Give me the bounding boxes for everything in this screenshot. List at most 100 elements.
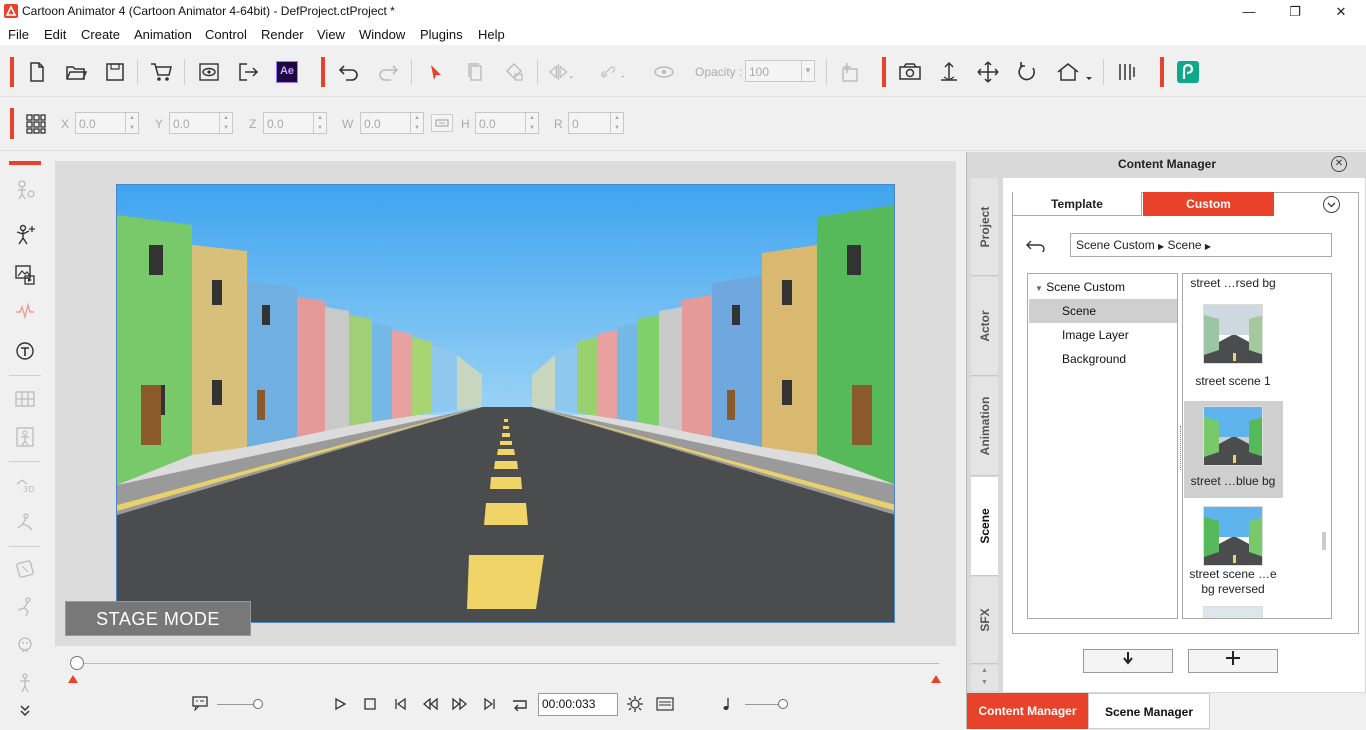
menu-animation[interactable]: Animation: [134, 27, 192, 42]
options-chevron-icon[interactable]: [1323, 196, 1340, 213]
r-input[interactable]: 0 ▲ ▼: [568, 112, 624, 134]
music-volume-handle[interactable]: [778, 699, 788, 709]
visibility-eye-icon[interactable]: [650, 58, 678, 86]
grid-icon[interactable]: [22, 110, 50, 138]
duplicate-icon[interactable]: [461, 58, 489, 86]
menu-window[interactable]: Window: [359, 27, 405, 42]
bone-editor-icon[interactable]: [11, 423, 39, 451]
menu-file[interactable]: File: [8, 27, 29, 42]
minimize-button[interactable]: —: [1226, 0, 1272, 23]
face-puppet-icon[interactable]: [11, 631, 39, 659]
puppet-icon[interactable]: [11, 221, 39, 249]
h-input[interactable]: 0.0 ▲ ▼: [475, 112, 539, 134]
volume-slider-handle[interactable]: [253, 699, 263, 709]
paint-bucket-icon[interactable]: [500, 58, 528, 86]
store-cart-icon[interactable]: [147, 58, 175, 86]
side-tab-animation[interactable]: Animation: [971, 377, 998, 476]
menu-create[interactable]: Create: [81, 27, 120, 42]
item-thumbnail[interactable]: [1203, 304, 1263, 364]
tree-root-scene-custom[interactable]: ▼ Scene Custom: [1029, 275, 1177, 299]
plugin-logo-icon[interactable]: [1174, 58, 1202, 86]
timeline-playhead[interactable]: [70, 656, 84, 670]
link-icon[interactable]: [598, 58, 626, 86]
tab-content-manager[interactable]: Content Manager: [967, 693, 1088, 729]
side-tab-actor[interactable]: Actor: [971, 277, 998, 376]
export-icon[interactable]: [234, 58, 262, 86]
close-panel-icon[interactable]: ✕: [1331, 156, 1347, 172]
preview-eye-icon[interactable]: [195, 58, 223, 86]
loop-icon[interactable]: [508, 692, 532, 716]
item-thumbnail[interactable]: [1203, 506, 1263, 566]
new-file-icon[interactable]: [23, 58, 51, 86]
tab-template[interactable]: Template: [1013, 192, 1142, 216]
add-button[interactable]: [1188, 649, 1278, 673]
side-tab-project[interactable]: Project: [971, 178, 998, 276]
range-end-marker[interactable]: [931, 675, 941, 683]
scene-composer-icon[interactable]: [11, 261, 39, 289]
x-input[interactable]: 0.0 ▲ ▼: [75, 112, 139, 134]
next-frame-icon[interactable]: [448, 692, 472, 716]
select-arrow-icon[interactable]: [422, 58, 450, 86]
menu-render[interactable]: Render: [261, 27, 304, 42]
stop-icon[interactable]: [358, 692, 382, 716]
breadcrumb-item-scene-custom[interactable]: Scene Custom: [1076, 238, 1155, 252]
opacity-dropdown-icon[interactable]: ▼: [801, 61, 814, 81]
motion-icon[interactable]: [11, 509, 39, 537]
flip-icon[interactable]: [547, 58, 575, 86]
alignment-icon[interactable]: [1113, 58, 1141, 86]
audio-wave-icon[interactable]: [11, 298, 39, 326]
save-icon[interactable]: [101, 58, 129, 86]
timeline-track[interactable]: [72, 663, 939, 664]
character-composer-icon[interactable]: [11, 176, 39, 204]
timeline-list-icon[interactable]: [653, 692, 677, 716]
camera-pan-up-icon[interactable]: [935, 58, 963, 86]
after-effects-icon[interactable]: Ae: [273, 58, 301, 86]
item-thumbnail[interactable]: [1203, 606, 1263, 618]
walk-icon[interactable]: [11, 669, 39, 697]
scrollbar-thumb[interactable]: [1322, 532, 1326, 550]
z-stepper[interactable]: ▲ ▼: [313, 113, 326, 133]
breadcrumb-item-scene[interactable]: Scene: [1168, 238, 1202, 252]
settings-sun-icon[interactable]: [623, 692, 647, 716]
subtitle-icon[interactable]: [188, 691, 212, 715]
download-button[interactable]: [1083, 649, 1173, 673]
rotate-icon[interactable]: [1013, 58, 1041, 86]
x-stepper[interactable]: ▲ ▼: [125, 113, 138, 133]
lock-ratio-icon[interactable]: [431, 114, 453, 132]
side-tab-scene[interactable]: Scene: [971, 477, 998, 576]
y-input[interactable]: 0.0 ▲ ▼: [169, 112, 233, 134]
text-bubble-icon[interactable]: [11, 337, 39, 365]
side-tab-scroll[interactable]: ▲ ▼: [971, 665, 998, 691]
first-frame-icon[interactable]: [388, 692, 412, 716]
menu-plugins[interactable]: Plugins: [420, 27, 463, 42]
camera-icon[interactable]: [896, 58, 924, 86]
w-input[interactable]: 0.0 ▲ ▼: [360, 112, 424, 134]
open-folder-icon[interactable]: [62, 58, 90, 86]
y-stepper[interactable]: ▲ ▼: [219, 113, 232, 133]
attach-icon[interactable]: [836, 58, 864, 86]
stage-canvas[interactable]: [116, 184, 895, 623]
opacity-input[interactable]: 100 ▼: [745, 60, 815, 82]
tab-custom[interactable]: Custom: [1143, 192, 1274, 216]
spring-icon[interactable]: [11, 593, 39, 621]
undo-icon[interactable]: [335, 58, 363, 86]
menu-view[interactable]: View: [317, 27, 345, 42]
tree-expand-icon[interactable]: ▼: [1035, 284, 1043, 293]
item-thumbnail[interactable]: [1203, 406, 1263, 466]
side-tab-sfx[interactable]: SFX: [971, 577, 998, 664]
h-stepper[interactable]: ▲ ▼: [525, 113, 538, 133]
last-frame-icon[interactable]: [478, 692, 502, 716]
expression-icon[interactable]: [11, 555, 39, 583]
tree-item-image-layer[interactable]: Image Layer: [1029, 323, 1177, 347]
w-stepper[interactable]: ▲ ▼: [410, 113, 423, 133]
close-button[interactable]: ✕: [1318, 0, 1364, 23]
time-display[interactable]: 00:00:033: [538, 693, 618, 716]
menu-control[interactable]: Control: [205, 27, 247, 42]
menu-edit[interactable]: Edit: [44, 27, 66, 42]
back-icon[interactable]: [1025, 238, 1049, 256]
music-note-icon[interactable]: [715, 692, 739, 716]
expand-more-icon[interactable]: [14, 703, 36, 719]
menu-help[interactable]: Help: [478, 27, 505, 42]
tab-scene-manager[interactable]: Scene Manager: [1088, 693, 1210, 729]
sprite-grid-icon[interactable]: [11, 385, 39, 413]
